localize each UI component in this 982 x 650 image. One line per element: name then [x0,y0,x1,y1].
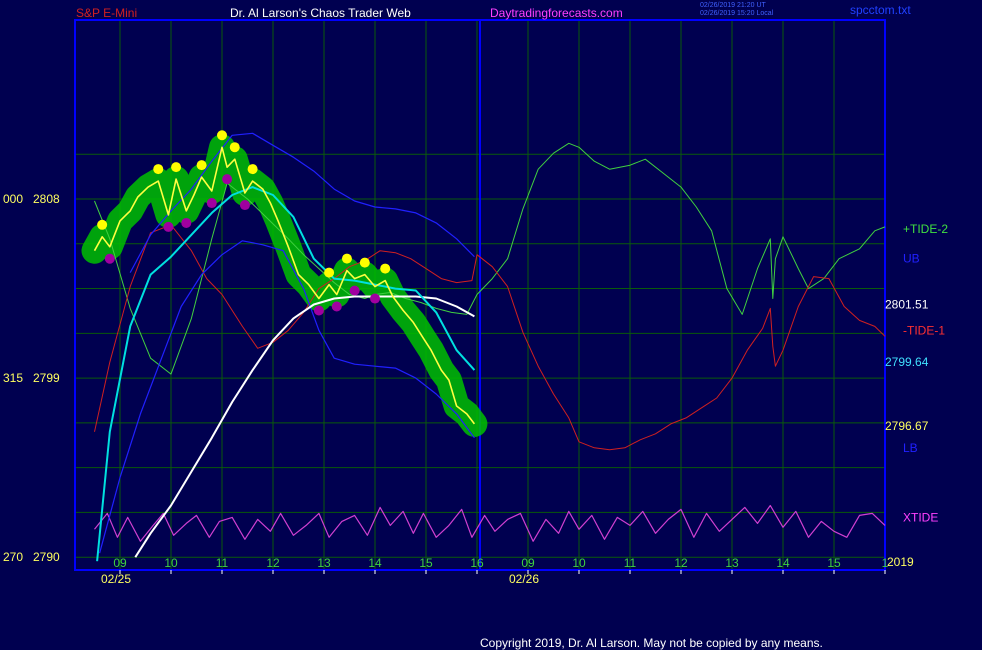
x-tick-label: 09 [521,556,535,570]
time-ut: 02/26/2019 21:20 UT [700,2,766,9]
right-label: 2796.67 [885,419,929,433]
x-tick-label: 16 [470,556,484,570]
price-high-dot [341,253,352,264]
x-tick-label: 10 [164,556,178,570]
x-tick-label: 12 [266,556,280,570]
x-tick-label: 12 [674,556,688,570]
price-low-dot [104,253,115,264]
price-low-dot [349,285,360,296]
right-label: UB [903,252,920,266]
x-tick-label: 10 [572,556,586,570]
x-tick-label: 09 [113,556,127,570]
price-low-dot [206,198,217,209]
price-high-dot [153,164,164,175]
y-tick-prefix: 315 [3,371,23,385]
xtide-line [94,504,886,542]
chart-svg: 000 2808 315 2799 270 2790 09 10 11 12 13 14 15 16 09 1… [3,2,948,650]
symbol-title: S&P E-Mini [76,6,137,20]
right-label: -TIDE-1 [903,323,945,337]
right-label: 2801.51 [885,297,929,311]
right-label: 2799.64 [885,355,929,369]
price-high-dot [217,130,227,141]
day-label: 02/26 [509,572,539,586]
site-title: Dr. Al Larson's Chaos Trader Web [230,6,411,20]
y-tick-label: 2799 [33,371,60,385]
lower-band-line [99,240,475,554]
price-low-dot [181,217,192,228]
price-low-dot [331,301,342,312]
price-high-dot [380,263,391,274]
x-tick-label: 13 [725,556,739,570]
x-tick-label: 11 [624,556,637,570]
price-high-dot [97,219,108,230]
bands-layer [81,134,488,437]
x-tick-label: 13 [317,556,331,570]
y-tick-prefix: 270 [3,550,23,564]
price-high-dot [196,160,207,171]
right-label: LB [903,441,918,455]
right-label: +TIDE-2 [903,222,948,236]
price-high-dot [324,267,335,278]
price-band [81,134,488,437]
year-label: 2019 [887,555,914,569]
price-low-dot [370,293,380,304]
price-low-dot [239,200,250,211]
day-label: 02/25 [101,572,131,586]
time-local: 02/26/2019 15:20 Local [700,10,774,17]
data-file: spcctom.txt [850,3,911,17]
price-low-dot [222,174,233,185]
x-tick-label: 14 [368,556,382,570]
copyright: Copyright 2019, Dr. Al Larson. May not b… [480,636,823,650]
y-tick-prefix: 000 [3,192,23,206]
y-tick-label: 2790 [33,550,60,564]
x-tick-label: 15 [827,556,841,570]
x-tick-label: 15 [419,556,433,570]
x-tick-label: 11 [216,556,229,570]
y-tick-label: 2808 [33,192,60,206]
price-high-dot [229,142,240,153]
tide1-line [94,224,886,451]
right-label: XTIDE [903,510,938,524]
price-high-dot [359,257,370,268]
right-labels: +TIDE-2 UB 2801.51 -TIDE-1 2799.64 2796.67 LB X… [885,222,948,525]
site-url: Daytradingforecasts.com [490,6,623,20]
price-low-dot [163,221,174,232]
price-high-dot [171,162,182,173]
price-high-dot [247,164,258,175]
x-tick-label: 14 [776,556,790,570]
price-low-dot [313,305,324,316]
